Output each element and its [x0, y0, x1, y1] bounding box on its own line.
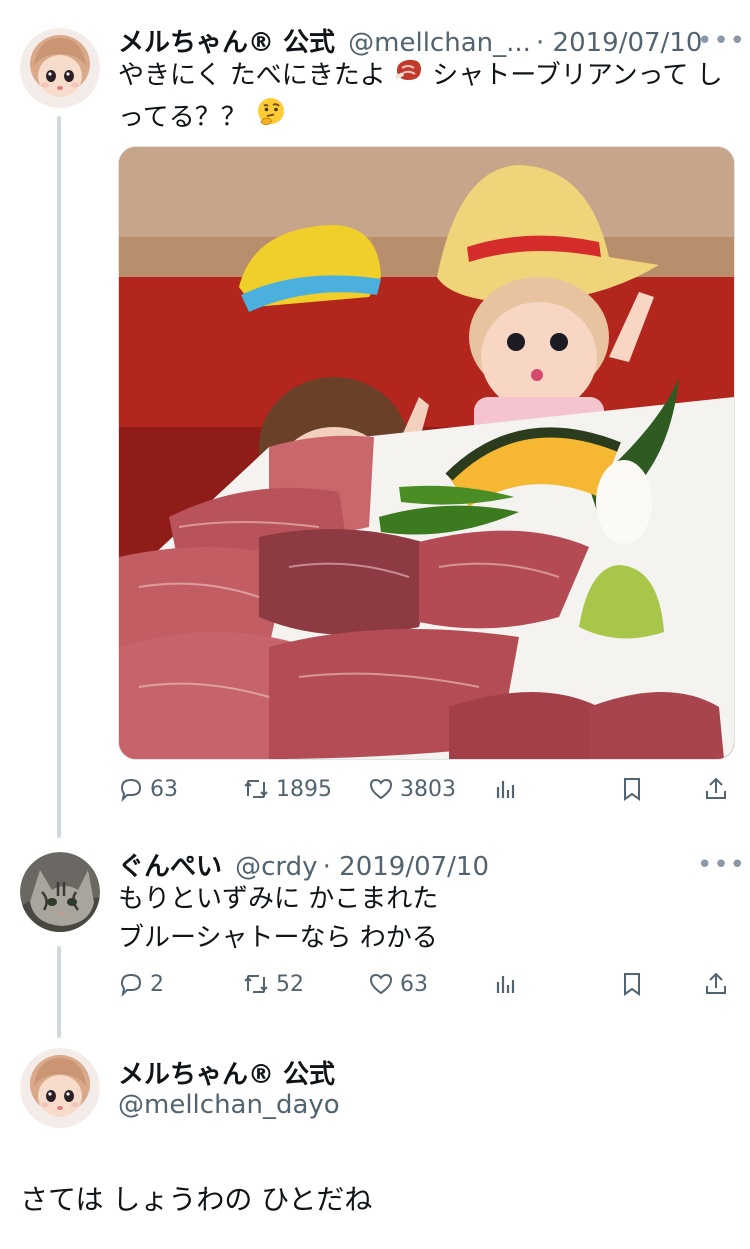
- tweet-actions: 63 1895 3803: [118, 776, 733, 812]
- retweet-count: 1895: [276, 776, 332, 802]
- views-button[interactable]: [494, 971, 518, 997]
- bookmark-button[interactable]: [621, 776, 643, 802]
- retweet-icon: [244, 780, 268, 798]
- avatar-mellchan[interactable]: [20, 28, 100, 108]
- views-icon: [496, 781, 515, 798]
- display-name[interactable]: メルちゃん® 公式: [118, 28, 335, 58]
- tweet-text-segment: やきにく たべにきたよ: [118, 60, 386, 91]
- share-icon: [706, 972, 726, 994]
- tweet-text-line: やきにく たべにきたよ シャトーブリアンって し: [118, 56, 728, 96]
- views-icon: [496, 976, 515, 993]
- like-button[interactable]: 63: [368, 971, 428, 997]
- views-button[interactable]: [494, 776, 518, 802]
- avatar-crdy[interactable]: [20, 852, 100, 932]
- tweet-header: メルちゃん® 公式 @mellchan_... · 2019/07/10: [118, 22, 702, 59]
- retweet-button[interactable]: 52: [242, 971, 304, 997]
- retweet-count: 52: [276, 971, 304, 997]
- like-icon: [369, 778, 393, 800]
- more-icon[interactable]: •••: [697, 850, 746, 880]
- reply-button[interactable]: 2: [118, 971, 164, 997]
- timestamp[interactable]: · 2019/07/10: [323, 852, 489, 882]
- tweet-photo[interactable]: [118, 146, 735, 760]
- thread-line: [57, 946, 61, 1038]
- tweet-text-segment: ってる？？: [118, 102, 247, 133]
- bookmark-button[interactable]: [621, 971, 643, 997]
- display-name[interactable]: メルちゃん® 公式: [118, 1054, 335, 1091]
- tweet-actions: 2 52 63: [118, 971, 733, 1007]
- more-icon[interactable]: •••: [697, 26, 746, 56]
- share-button[interactable]: [704, 971, 728, 997]
- retweet-button[interactable]: 1895: [242, 776, 332, 802]
- like-count: 3803: [400, 776, 456, 802]
- handle[interactable]: @mellchan_dayo: [118, 1090, 340, 1120]
- tweet-text: やきにく たべにきたよ シャトーブリアンって し ってる？？: [118, 56, 728, 140]
- like-button[interactable]: 3803: [368, 776, 456, 802]
- reply-button[interactable]: 63: [118, 776, 178, 802]
- like-icon: [369, 973, 393, 995]
- tweet-text-line: もりといずみに かこまれた: [118, 884, 439, 914]
- handle[interactable]: @crdy: [235, 852, 317, 882]
- thread-line: [57, 116, 61, 838]
- tweet-text-segment: シャトーブリアンって し: [432, 60, 723, 91]
- tweet-text-line: ブルーシャトーなら わかる: [118, 923, 438, 953]
- share-icon: [706, 777, 726, 799]
- bookmark-icon: [624, 973, 640, 996]
- tweet-text: もりといずみに かこまれた ブルーシャトーなら わかる: [118, 880, 728, 958]
- timestamp[interactable]: · 2019/07/10: [536, 28, 702, 58]
- retweet-icon: [244, 975, 268, 993]
- meat-emoji: [394, 56, 424, 96]
- handle[interactable]: @mellchan_...: [348, 28, 531, 58]
- reply-count: 63: [150, 776, 178, 802]
- tweet-text-line: ってる？？: [118, 96, 728, 140]
- reply-icon: [120, 778, 142, 802]
- tweet-text: さては しょうわの ひとだね: [20, 1183, 373, 1216]
- bookmark-icon: [624, 778, 640, 801]
- share-button[interactable]: [704, 776, 728, 802]
- thinking-face-emoji: [255, 96, 287, 140]
- tweet-header: ぐんぺい @crdy · 2019/07/10: [118, 846, 489, 883]
- like-count: 63: [400, 971, 428, 997]
- reply-icon: [120, 973, 142, 997]
- avatar-mellchan[interactable]: [20, 1048, 100, 1128]
- reply-count: 2: [150, 971, 164, 997]
- display-name[interactable]: ぐんぺい: [118, 852, 222, 882]
